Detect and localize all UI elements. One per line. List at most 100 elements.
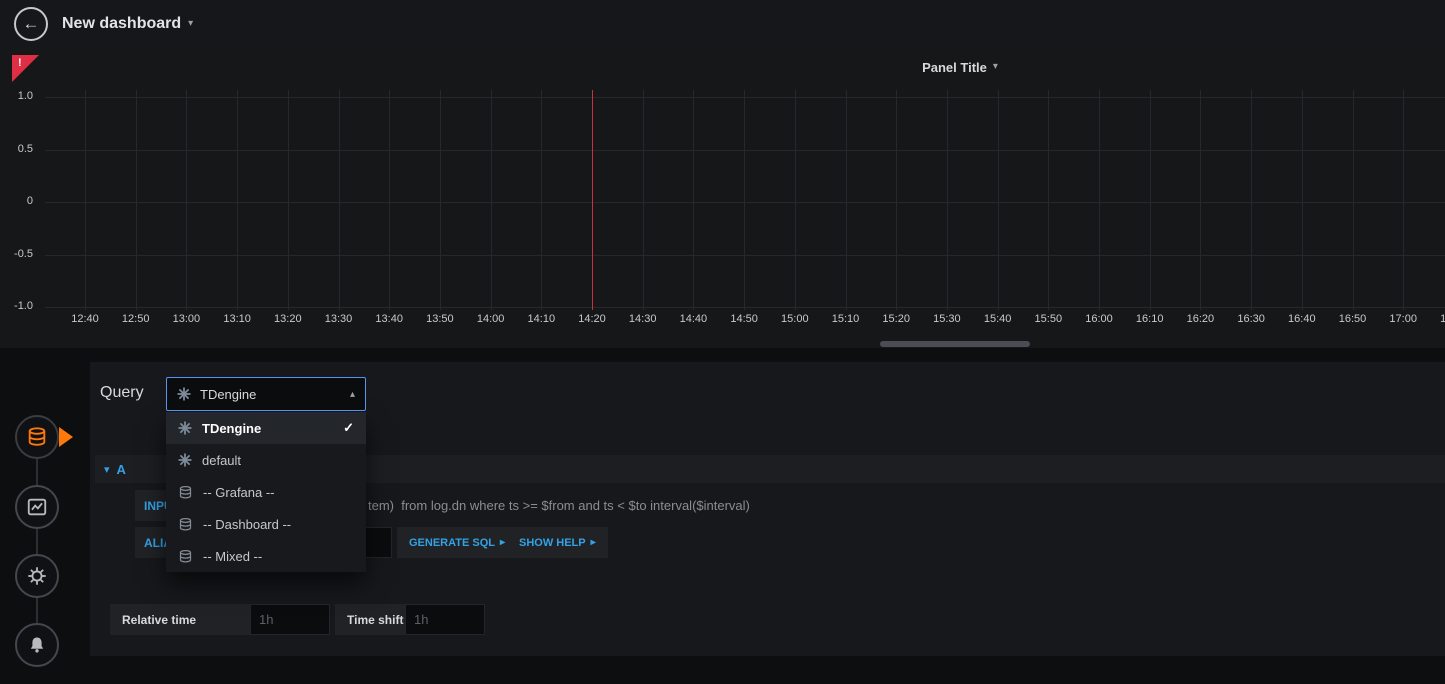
x-tick-label: 14:50 <box>730 313 758 325</box>
time-marker <box>592 90 593 310</box>
database-icon <box>178 549 193 564</box>
panel-error-corner-icon <box>12 55 39 82</box>
datasource-option-default[interactable]: default <box>166 444 366 476</box>
gridline-vertical <box>947 90 948 310</box>
plot-area <box>45 90 1445 310</box>
database-icon <box>178 517 193 532</box>
sql-query-text[interactable]: tem) from log.dn where ts >= $from and t… <box>368 490 750 521</box>
tab-alert[interactable] <box>15 623 59 667</box>
x-tick-label: 16:50 <box>1339 313 1367 325</box>
x-tick-label: 14:00 <box>477 313 505 325</box>
datasource-option-dashboard[interactable]: -- Dashboard -- <box>166 508 366 540</box>
y-tick-label: -0.5 <box>0 248 33 260</box>
x-tick-label: 13:30 <box>325 313 353 325</box>
x-tick-label: 12:50 <box>122 313 150 325</box>
gridline-vertical <box>491 90 492 310</box>
horizontal-scrollbar[interactable] <box>880 341 1030 347</box>
x-axis: 12:4012:5013:0013:1013:2013:3013:4013:50… <box>45 311 1445 329</box>
x-tick-label: 13:10 <box>223 313 251 325</box>
tab-connector-line <box>36 437 38 645</box>
error-exclamation-icon: ! <box>18 57 22 69</box>
gridline-vertical <box>896 90 897 310</box>
gridline-horizontal <box>45 202 1445 203</box>
x-tick-label: 13:00 <box>173 313 201 325</box>
x-tick-label: 15:40 <box>984 313 1012 325</box>
gridline-vertical <box>541 90 542 310</box>
gridline-vertical <box>643 90 644 310</box>
tdengine-plugin-icon <box>177 387 191 401</box>
bell-icon <box>27 635 47 655</box>
y-tick-label: 0.5 <box>0 143 33 155</box>
y-axis: 1.00.50-0.5-1.0 <box>0 90 38 316</box>
active-tab-arrow-icon <box>59 427 73 447</box>
tab-general[interactable] <box>15 554 59 598</box>
relative-time-input[interactable] <box>250 604 330 635</box>
time-shift-label: Time shift <box>335 604 405 635</box>
x-tick-label: 14:30 <box>629 313 657 325</box>
gridline-vertical <box>998 90 999 310</box>
database-stack-icon <box>26 426 48 448</box>
gridline-horizontal <box>45 255 1445 256</box>
graph-panel: ! Panel Title ▾ 1.00.50-0.5-1.0 12:4012:… <box>0 48 1445 348</box>
gridline-vertical <box>339 90 340 310</box>
x-tick-label: 16:20 <box>1187 313 1215 325</box>
arrow-right-icon: ▸ <box>591 537 596 548</box>
x-tick-label: 14:20 <box>578 313 606 325</box>
x-tick-label: 15:20 <box>882 313 910 325</box>
database-icon <box>178 485 193 500</box>
chart-icon <box>26 496 48 518</box>
x-tick-label: 14:10 <box>528 313 556 325</box>
gridline-vertical <box>1403 90 1404 310</box>
tab-visualization[interactable] <box>15 485 59 529</box>
gridline-vertical <box>1048 90 1049 310</box>
x-tick-label: 13:40 <box>375 313 403 325</box>
arrow-right-icon: ▸ <box>500 537 505 548</box>
datasource-option-mixed[interactable]: -- Mixed -- <box>166 540 366 572</box>
gridline-vertical <box>795 90 796 310</box>
gridline-vertical <box>846 90 847 310</box>
tdengine-plugin-icon <box>178 453 192 467</box>
gridline-horizontal <box>45 97 1445 98</box>
back-arrow-icon: ← <box>23 14 40 34</box>
gridline-horizontal <box>45 150 1445 151</box>
caret-up-icon: ▴ <box>350 389 355 400</box>
y-tick-label: 1.0 <box>0 90 33 102</box>
gridline-vertical <box>136 90 137 310</box>
panel-title-menu[interactable]: Panel Title ▾ <box>860 58 1060 76</box>
generate-sql-button[interactable]: GENERATE SQL ▸ <box>397 527 517 558</box>
gridline-vertical <box>1099 90 1100 310</box>
gridline-vertical <box>1150 90 1151 310</box>
x-tick-label: 13:20 <box>274 313 302 325</box>
datasource-select[interactable]: TDengine ▴ <box>166 377 366 411</box>
panel-title: Panel Title <box>922 60 987 75</box>
datasource-option-tdengine[interactable]: TDengine ✓ <box>166 412 366 444</box>
x-tick-label: 16:00 <box>1085 313 1113 325</box>
datasource-option-grafana[interactable]: -- Grafana -- <box>166 476 366 508</box>
back-button[interactable]: ← <box>14 7 48 41</box>
gridline-vertical <box>693 90 694 310</box>
tdengine-plugin-icon <box>178 421 192 435</box>
time-shift-input[interactable] <box>405 604 485 635</box>
x-tick-label: 17:00 <box>1389 313 1417 325</box>
caret-down-icon: ▾ <box>993 62 998 72</box>
x-tick-label: 16:40 <box>1288 313 1316 325</box>
datasource-dropdown: TDengine ✓ default -- Grafana -- <box>166 412 366 572</box>
x-tick-label: 16:30 <box>1237 313 1265 325</box>
x-tick-label: 15:10 <box>832 313 860 325</box>
query-section-label: Query <box>100 384 144 402</box>
gear-icon <box>26 565 48 587</box>
dashboard-title-menu[interactable]: New dashboard ▾ <box>62 15 193 33</box>
x-tick-label: 15:00 <box>781 313 809 325</box>
show-help-button[interactable]: SHOW HELP ▸ <box>507 527 608 558</box>
navbar: ← New dashboard ▾ <box>0 0 1445 49</box>
tab-queries[interactable] <box>15 415 59 459</box>
gridline-vertical <box>1302 90 1303 310</box>
gridline-vertical <box>1353 90 1354 310</box>
x-tick-label: 15:30 <box>933 313 961 325</box>
caret-down-icon: ▾ <box>188 19 193 29</box>
gridline-vertical <box>1200 90 1201 310</box>
gridline-vertical <box>440 90 441 310</box>
query-letter: A <box>117 462 126 477</box>
dashboard-title: New dashboard <box>62 15 181 33</box>
x-tick-label: 15:50 <box>1035 313 1063 325</box>
